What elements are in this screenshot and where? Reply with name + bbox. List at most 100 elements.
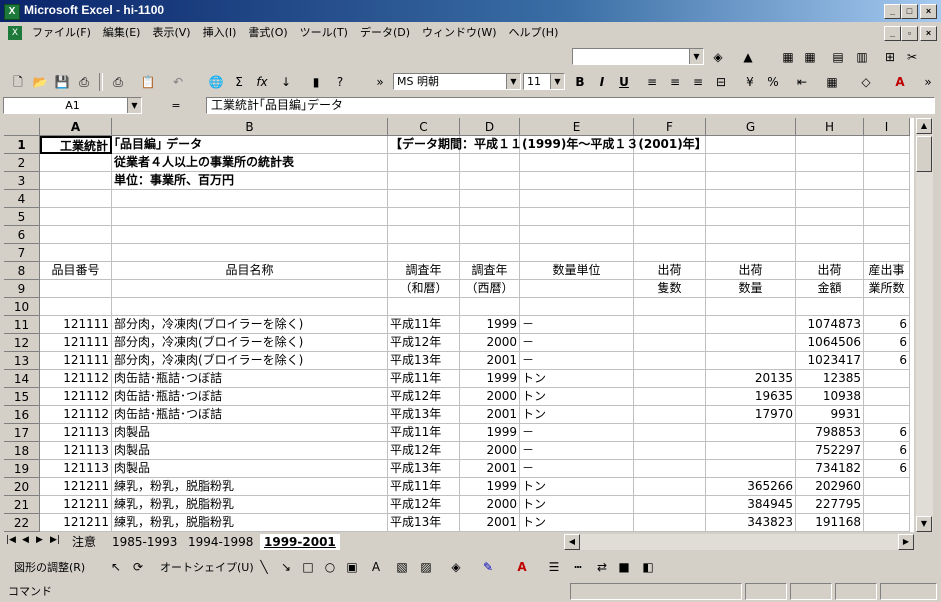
cell-a5[interactable] <box>40 208 112 226</box>
doc-restore-button[interactable]: ▫ <box>901 26 918 41</box>
cell-i15[interactable] <box>864 388 910 406</box>
cell-b18[interactable]: 肉製品 <box>112 442 388 460</box>
cell-b11[interactable]: 部分肉，冷凍肉(ブロイラーを除く) <box>112 316 388 334</box>
pivot-icon[interactable]: ▥ <box>852 48 872 66</box>
cell-e18[interactable]: － <box>520 442 634 460</box>
align-right-icon[interactable]: ≡ <box>688 73 708 91</box>
cell-i2[interactable] <box>864 154 910 172</box>
row-header[interactable]: 19 <box>4 460 40 478</box>
cell-c18[interactable]: 平成12年 <box>388 442 460 460</box>
scroll-up-icon[interactable]: ▲ <box>916 118 932 134</box>
fill-color-icon[interactable]: ◇ <box>856 73 876 91</box>
cell-g14[interactable]: 20135 <box>706 370 796 388</box>
tab-scroll-last-icon[interactable]: ▶| <box>50 535 60 545</box>
cell-d10[interactable] <box>460 298 520 316</box>
cell-d3[interactable] <box>460 172 520 190</box>
cell-i17[interactable]: 6 <box>864 424 910 442</box>
row-header[interactable]: 8 <box>4 262 40 280</box>
scroll-thumb[interactable] <box>916 136 932 172</box>
cell-b17[interactable]: 肉製品 <box>112 424 388 442</box>
cell-d8[interactable]: 調査年 <box>460 262 520 280</box>
bold-button[interactable]: B <box>570 73 590 91</box>
autosum-icon[interactable]: Σ <box>229 73 249 91</box>
cell-h18[interactable]: 752297 <box>796 442 864 460</box>
cell-b22[interactable]: 練乳，粉乳，脱脂粉乳 <box>112 514 388 532</box>
cell-b16[interactable]: 肉缶詰･瓶詰･つぼ詰 <box>112 406 388 424</box>
cell-h4[interactable] <box>796 190 864 208</box>
cell-h3[interactable] <box>796 172 864 190</box>
draw-font-color-icon[interactable]: A <box>512 558 532 576</box>
decrease-indent-icon[interactable]: ⇤ <box>792 73 812 91</box>
cell-g5[interactable] <box>706 208 796 226</box>
shadow-icon[interactable]: ■ <box>614 558 634 576</box>
cell-g9[interactable]: 数量 <box>706 280 796 298</box>
cell-f20[interactable] <box>634 478 706 496</box>
cell-e2[interactable] <box>520 154 634 172</box>
cell-e17[interactable]: － <box>520 424 634 442</box>
cell-e20[interactable]: トン <box>520 478 634 496</box>
cell-h14[interactable]: 12385 <box>796 370 864 388</box>
chart-type-icon[interactable]: ▲ <box>738 48 758 66</box>
spreadsheet-grid[interactable]: A B C D E F G H I 1 工業統計 ｢品目編｣ データ 【データ期間：平成１１(1999)… <box>4 118 914 532</box>
cell-e16[interactable]: トン <box>520 406 634 424</box>
cell-i9[interactable]: 業所数 <box>864 280 910 298</box>
cell-f15[interactable] <box>634 388 706 406</box>
cell-a21[interactable]: 121211 <box>40 496 112 514</box>
cell-b10[interactable] <box>112 298 388 316</box>
tab-1999-2001[interactable]: 1999-2001 <box>260 534 340 550</box>
cell-d12[interactable]: 2000 <box>460 334 520 352</box>
toolbar-options-icon[interactable]: » <box>370 73 390 91</box>
cell-g21[interactable]: 384945 <box>706 496 796 514</box>
cell-f12[interactable] <box>634 334 706 352</box>
cell-g1[interactable] <box>706 136 796 154</box>
close-button[interactable]: × <box>920 4 937 19</box>
vertical-scrollbar[interactable]: ▲ ▼ <box>916 118 933 532</box>
cell-i14[interactable] <box>864 370 910 388</box>
percent-icon[interactable]: % <box>763 73 783 91</box>
cell-b3[interactable]: 単位：事業所、百万円 <box>112 172 388 190</box>
cell-h13[interactable]: 1023417 <box>796 352 864 370</box>
cell-d15[interactable]: 2000 <box>460 388 520 406</box>
cell-a1[interactable]: 工業統計 <box>40 136 112 154</box>
cell-h21[interactable]: 227795 <box>796 496 864 514</box>
cell-h12[interactable]: 1064506 <box>796 334 864 352</box>
cell-f3[interactable] <box>634 172 706 190</box>
cell-d19[interactable]: 2001 <box>460 460 520 478</box>
cell-f21[interactable] <box>634 496 706 514</box>
menu-file[interactable]: ファイル(F) <box>26 22 97 44</box>
cell-b7[interactable] <box>112 244 388 262</box>
row-header[interactable]: 22 <box>4 514 40 532</box>
cell-a11[interactable]: 121111 <box>40 316 112 334</box>
cell-e6[interactable] <box>520 226 634 244</box>
underline-button[interactable]: U <box>614 73 634 91</box>
line-icon[interactable]: ╲ <box>254 558 274 576</box>
cell-e5[interactable] <box>520 208 634 226</box>
cell-b4[interactable] <box>112 190 388 208</box>
cell-g12[interactable] <box>706 334 796 352</box>
oval-icon[interactable]: ○ <box>320 558 340 576</box>
cell-e8[interactable]: 数量単位 <box>520 262 634 280</box>
row-header[interactable]: 16 <box>4 406 40 424</box>
cell-g13[interactable] <box>706 352 796 370</box>
horizontal-scrollbar[interactable]: ◀ ▶ <box>564 534 914 550</box>
cell-a12[interactable]: 121111 <box>40 334 112 352</box>
paste-icon[interactable]: 📋 <box>138 73 158 91</box>
cell-e15[interactable]: トン <box>520 388 634 406</box>
cell-i1[interactable] <box>864 136 910 154</box>
cell-e11[interactable]: － <box>520 316 634 334</box>
cell-c22[interactable]: 平成13年 <box>388 514 460 532</box>
cell-b21[interactable]: 練乳，粉乳，脱脂粉乳 <box>112 496 388 514</box>
print-icon[interactable]: ⎙ <box>108 73 128 91</box>
cell-d13[interactable]: 2001 <box>460 352 520 370</box>
cell-d2[interactable] <box>460 154 520 172</box>
cell-g3[interactable] <box>706 172 796 190</box>
cell-g2[interactable] <box>706 154 796 172</box>
cell-g4[interactable] <box>706 190 796 208</box>
column-header-i[interactable]: I <box>864 118 910 136</box>
menu-insert[interactable]: 挿入(I) <box>197 22 243 44</box>
cell-b15[interactable]: 肉缶詰･瓶詰･つぼ詰 <box>112 388 388 406</box>
row-header[interactable]: 20 <box>4 478 40 496</box>
cell-e3[interactable] <box>520 172 634 190</box>
menu-format[interactable]: 書式(O) <box>242 22 293 44</box>
cell-a3[interactable] <box>40 172 112 190</box>
